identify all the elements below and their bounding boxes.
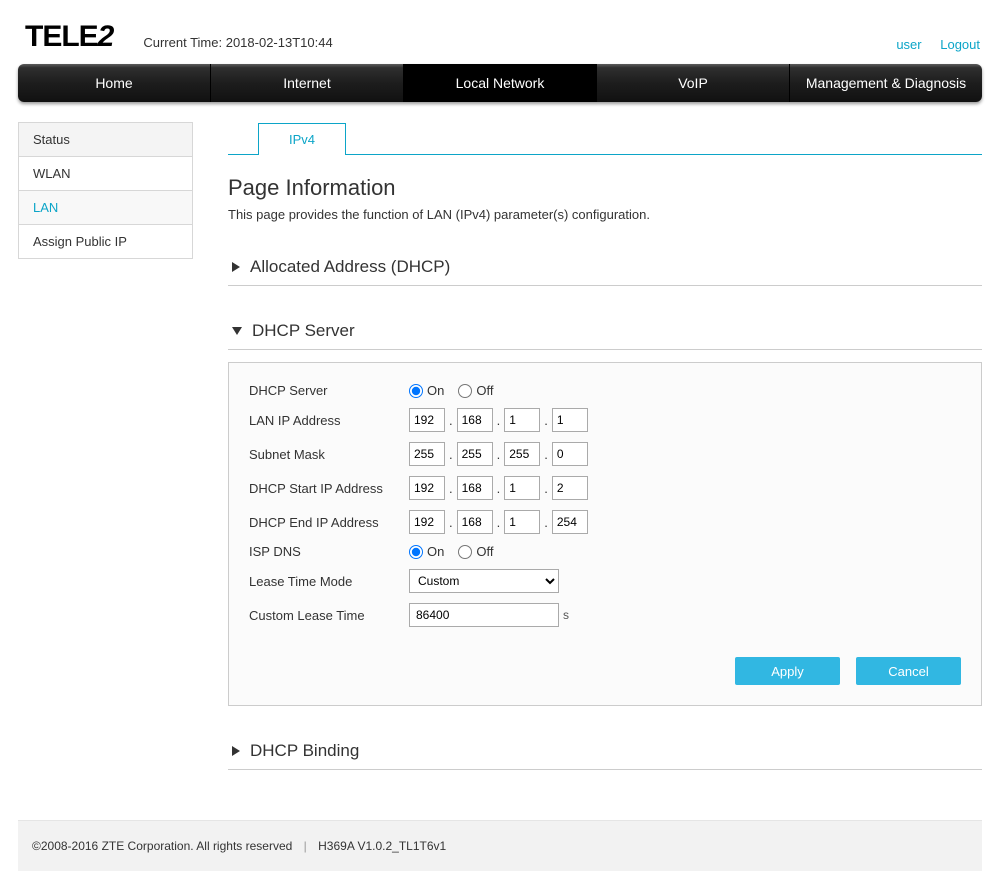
- row-isp-dns: ISP DNS On Off: [249, 544, 961, 559]
- isp-dns-on-label: On: [427, 544, 444, 559]
- row-lease-mode: Lease Time Mode Custom: [249, 569, 961, 593]
- sidebar-item-lan[interactable]: LAN: [19, 191, 192, 225]
- footer-copyright: ©2008-2016 ZTE Corporation. All rights r…: [32, 839, 292, 853]
- start-ip-1[interactable]: [409, 476, 445, 500]
- dhcp-server-panel: DHCP Server On Off LAN IP Address . . . …: [228, 362, 982, 706]
- end-ip-2[interactable]: [457, 510, 493, 534]
- end-ip-3[interactable]: [504, 510, 540, 534]
- lan-ip-3[interactable]: [504, 408, 540, 432]
- subnet-3[interactable]: [504, 442, 540, 466]
- dhcp-on-wrap[interactable]: On: [409, 383, 444, 398]
- subnet-1[interactable]: [409, 442, 445, 466]
- footer-version: H369A V1.0.2_TL1T6v1: [318, 839, 446, 853]
- row-custom-lease: Custom Lease Time s: [249, 603, 961, 627]
- lease-mode-select[interactable]: Custom: [409, 569, 559, 593]
- row-dhcp-server: DHCP Server On Off: [249, 383, 961, 398]
- dhcp-off-radio[interactable]: [458, 384, 472, 398]
- footer-sep: |: [304, 839, 307, 853]
- start-ip-2[interactable]: [457, 476, 493, 500]
- footer: ©2008-2016 ZTE Corporation. All rights r…: [18, 820, 982, 871]
- section-allocated-address[interactable]: Allocated Address (DHCP): [228, 247, 982, 286]
- nav-internet[interactable]: Internet: [211, 64, 404, 102]
- sidebar-item-assign-public-ip[interactable]: Assign Public IP: [19, 225, 192, 258]
- isp-dns-off-radio[interactable]: [458, 545, 472, 559]
- button-row: Apply Cancel: [249, 657, 961, 685]
- label-dhcp-server: DHCP Server: [249, 383, 409, 398]
- navbar: Home Internet Local Network VoIP Managem…: [18, 64, 982, 102]
- label-lease-mode: Lease Time Mode: [249, 574, 409, 589]
- custom-lease-input[interactable]: [409, 603, 559, 627]
- chevron-right-icon: [232, 746, 240, 756]
- current-time: Current Time: 2018-02-13T10:44: [143, 35, 332, 54]
- end-ip-4[interactable]: [552, 510, 588, 534]
- custom-lease-unit: s: [563, 608, 569, 622]
- user-link[interactable]: user: [896, 37, 921, 52]
- content: IPv4 Page Information This page provides…: [228, 122, 982, 770]
- logo: TELE2: [25, 20, 113, 54]
- row-start-ip: DHCP Start IP Address . . .: [249, 476, 961, 500]
- dhcp-on-radio[interactable]: [409, 384, 423, 398]
- nav-management-diagnosis[interactable]: Management & Diagnosis: [790, 64, 982, 102]
- isp-dns-on-radio[interactable]: [409, 545, 423, 559]
- label-start-ip: DHCP Start IP Address: [249, 481, 409, 496]
- isp-dns-off-label: Off: [476, 544, 493, 559]
- label-end-ip: DHCP End IP Address: [249, 515, 409, 530]
- nav-local-network[interactable]: Local Network: [404, 64, 597, 102]
- nav-home[interactable]: Home: [18, 64, 211, 102]
- row-end-ip: DHCP End IP Address . . .: [249, 510, 961, 534]
- page-title: Page Information: [228, 175, 982, 201]
- row-subnet: Subnet Mask . . .: [249, 442, 961, 466]
- label-subnet: Subnet Mask: [249, 447, 409, 462]
- chevron-right-icon: [232, 262, 240, 272]
- dhcp-off-label: Off: [476, 383, 493, 398]
- logout-link[interactable]: Logout: [940, 37, 980, 52]
- tabs: IPv4: [228, 122, 982, 155]
- label-isp-dns: ISP DNS: [249, 544, 409, 559]
- row-lan-ip: LAN IP Address . . .: [249, 408, 961, 432]
- page-description: This page provides the function of LAN (…: [228, 207, 982, 222]
- isp-dns-off-wrap[interactable]: Off: [458, 544, 493, 559]
- section-allocated-title: Allocated Address (DHCP): [250, 257, 450, 277]
- header: TELE2 Current Time: 2018-02-13T10:44 use…: [0, 0, 1000, 64]
- section-dhcp-binding-title: DHCP Binding: [250, 741, 359, 761]
- sidebar-item-wlan[interactable]: WLAN: [19, 157, 192, 191]
- apply-button[interactable]: Apply: [735, 657, 840, 685]
- subnet-4[interactable]: [552, 442, 588, 466]
- label-custom-lease: Custom Lease Time: [249, 608, 409, 623]
- label-lan-ip: LAN IP Address: [249, 413, 409, 428]
- start-ip-3[interactable]: [504, 476, 540, 500]
- sidebar-item-status[interactable]: Status: [19, 123, 192, 157]
- dhcp-on-label: On: [427, 383, 444, 398]
- cancel-button[interactable]: Cancel: [856, 657, 961, 685]
- end-ip-1[interactable]: [409, 510, 445, 534]
- section-dhcp-binding[interactable]: DHCP Binding: [228, 731, 982, 770]
- subnet-2[interactable]: [457, 442, 493, 466]
- lan-ip-1[interactable]: [409, 408, 445, 432]
- isp-dns-on-wrap[interactable]: On: [409, 544, 444, 559]
- tab-ipv4[interactable]: IPv4: [258, 123, 346, 155]
- header-right: user Logout: [881, 37, 980, 52]
- chevron-down-icon: [232, 327, 242, 335]
- lan-ip-4[interactable]: [552, 408, 588, 432]
- section-dhcp-server-title: DHCP Server: [252, 321, 355, 341]
- section-dhcp-server[interactable]: DHCP Server: [228, 311, 982, 350]
- main: Status WLAN LAN Assign Public IP IPv4 Pa…: [0, 102, 1000, 810]
- dhcp-off-wrap[interactable]: Off: [458, 383, 493, 398]
- start-ip-4[interactable]: [552, 476, 588, 500]
- sidebar: Status WLAN LAN Assign Public IP: [18, 122, 193, 259]
- nav-voip[interactable]: VoIP: [597, 64, 790, 102]
- lan-ip-2[interactable]: [457, 408, 493, 432]
